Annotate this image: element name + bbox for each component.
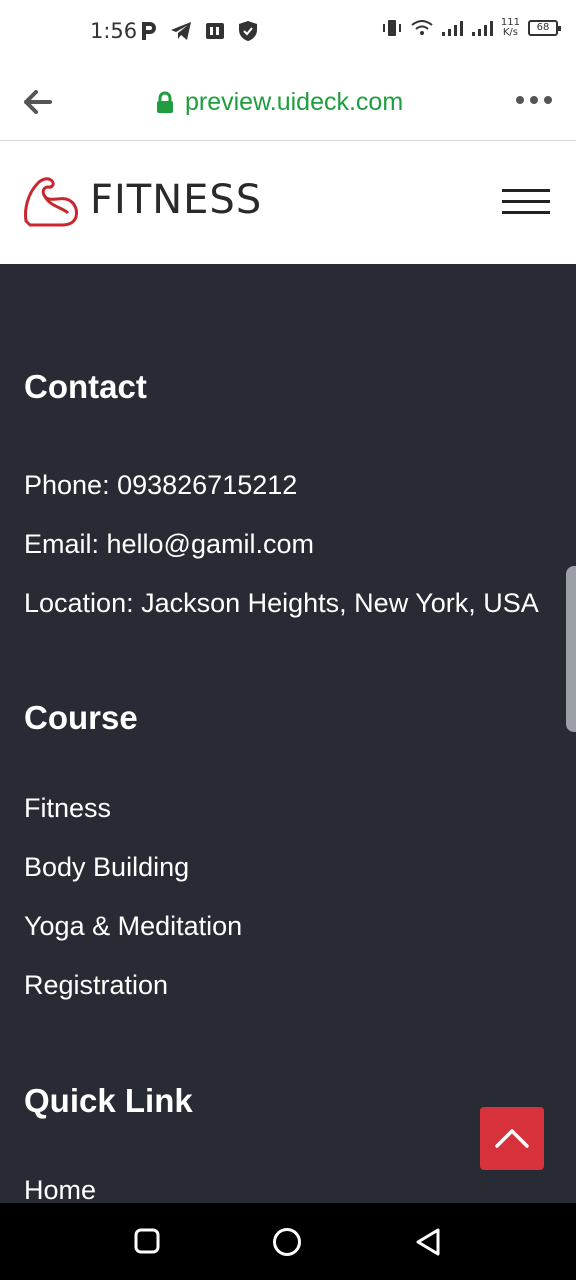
site-header: FITNESS: [0, 141, 576, 264]
scrollbar[interactable]: [566, 566, 576, 732]
quick-link-heading: Quick Link: [24, 1082, 193, 1119]
lock-icon: [157, 91, 173, 113]
flexed-arm-icon: [24, 177, 78, 227]
hamburger-menu-icon[interactable]: [502, 189, 550, 217]
chevron-up-icon: [495, 1129, 529, 1148]
vibrate-icon: [382, 20, 401, 36]
wifi-icon: [411, 20, 433, 35]
course-heading: Course: [24, 699, 138, 736]
quick-link-home[interactable]: Home: [24, 1175, 96, 1203]
course-link-yoga-meditation[interactable]: Yoga & Meditation: [24, 911, 242, 942]
shield-icon: [239, 21, 257, 41]
recent-apps-icon[interactable]: [133, 1227, 161, 1255]
contact-heading: Contact: [24, 368, 147, 405]
status-time: 1:56: [90, 19, 138, 43]
contact-email[interactable]: Email: hello@gamil.com: [24, 529, 314, 560]
site-logo[interactable]: FITNESS: [22, 173, 262, 227]
app-icon: [206, 23, 224, 39]
status-right-icons: 111 K/s 68: [381, 18, 561, 38]
back-triangle-icon[interactable]: [414, 1227, 442, 1257]
course-link-registration[interactable]: Registration: [24, 970, 168, 1001]
signal-icon-1: [441, 21, 463, 36]
back-arrow-icon[interactable]: [22, 88, 54, 116]
course-link-fitness[interactable]: Fitness: [24, 793, 111, 824]
contact-location: Location: Jackson Heights, New York, USA: [24, 588, 539, 618]
logo-text: FITNESS: [90, 177, 263, 223]
more-menu-icon[interactable]: [516, 96, 552, 104]
course-link-body-building[interactable]: Body Building: [24, 852, 189, 883]
status-left-icons: [140, 20, 258, 42]
net-speed-unit: K/s: [502, 27, 519, 38]
parking-icon: [142, 22, 156, 40]
status-bar: 1:56 111 K/s 68: [0, 0, 576, 64]
address-bar[interactable]: preview.uideck.com: [155, 88, 403, 117]
signal-icon-2: [471, 21, 493, 36]
url-text[interactable]: preview.uideck.com: [185, 88, 403, 117]
battery-icon: 68: [528, 20, 561, 36]
footer: Contact Phone: 093826715212 Email: hello…: [0, 264, 576, 1203]
contact-phone[interactable]: Phone: 093826715212: [24, 470, 297, 501]
home-icon[interactable]: [272, 1227, 302, 1257]
telegram-icon: [171, 22, 191, 40]
scroll-to-top-button[interactable]: [480, 1107, 544, 1170]
net-speed: 111 K/s: [501, 18, 520, 38]
browser-bar: preview.uideck.com: [0, 64, 576, 141]
system-nav-bar: [0, 1203, 576, 1280]
